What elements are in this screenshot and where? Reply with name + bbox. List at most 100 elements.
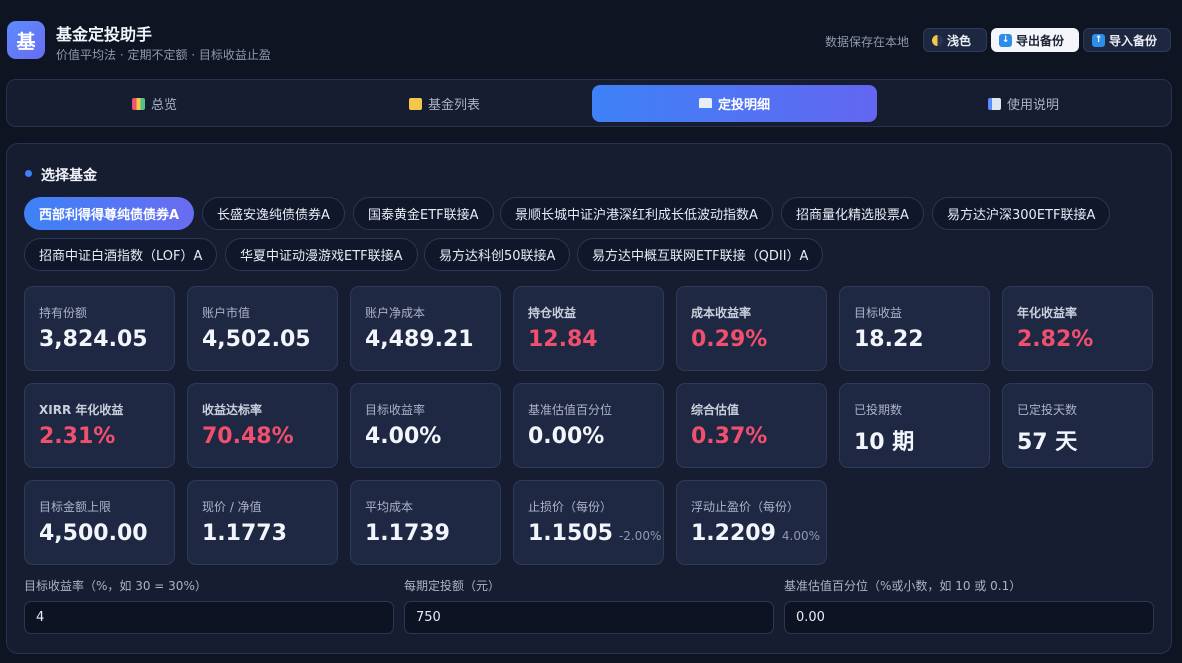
app-logo: 基	[7, 21, 45, 59]
stat-card-current-nav: 现价 / 净值 1.1773	[187, 480, 338, 565]
stat-value: 1.2209 4.00%	[691, 521, 820, 546]
stat-value-main: 1.1505	[528, 521, 613, 546]
stat-label: 已投期数	[854, 403, 903, 417]
stat-card-annual-return: 年化收益率 2.82%	[1002, 286, 1153, 371]
stat-card-target-profit: 目标收益 18.22	[839, 286, 990, 371]
stat-label: 目标收益	[854, 306, 903, 320]
stat-value: 0.37%	[691, 424, 768, 449]
export-backup-button[interactable]: ↓ 导出备份	[991, 28, 1079, 52]
stat-card-holding-profit: 持仓收益 12.84	[513, 286, 664, 371]
stat-value: 3,824.05	[39, 327, 148, 352]
stat-label: 综合估值	[691, 403, 740, 417]
fund-chip[interactable]: 国泰黄金ETF联接A	[353, 197, 494, 230]
stat-card-periods: 已投期数 10 期	[839, 383, 990, 468]
benchmark-percentile-input[interactable]	[784, 601, 1154, 634]
fund-chip[interactable]: 易方达科创50联接A	[424, 238, 571, 271]
tab-overview-label: 总览	[150, 98, 177, 113]
stat-card-benchmark-percentile: 基准估值百分位 0.00%	[513, 383, 664, 468]
stat-value: 4,500.00	[39, 521, 148, 546]
tab-investment-details[interactable]: 定投明细	[592, 85, 877, 122]
stat-card-target-cap: 目标金额上限 4,500.00	[24, 480, 175, 565]
stat-label: 账户净成本	[365, 306, 426, 320]
fund-chip[interactable]: 易方达沪深300ETF联接A	[932, 197, 1111, 230]
stat-label: 账户市值	[202, 306, 251, 320]
main-tabs: 总览 基金列表 定投明细 使用说明	[6, 79, 1172, 127]
period-amount-label: 每期定投额（元）	[404, 579, 501, 593]
stat-label: XIRR 年化收益	[39, 403, 124, 417]
stat-value: 57 天	[1017, 430, 1078, 455]
fund-chip[interactable]: 招商量化精选股票A	[781, 197, 924, 230]
target-rate-label: 目标收益率（%，如 30 = 30%）	[24, 579, 207, 593]
stat-card-market-value: 账户市值 4,502.05	[187, 286, 338, 371]
tab-overview[interactable]: 总览	[12, 85, 297, 122]
tab-user-guide[interactable]: 使用说明	[881, 85, 1166, 122]
save-note: 数据保存在本地	[825, 35, 910, 49]
stat-value: 12.84	[528, 327, 598, 352]
stat-card-days: 已定投天数 57 天	[1002, 383, 1153, 468]
stat-value: 4,489.21	[365, 327, 474, 352]
stat-label: 收益达标率	[202, 403, 263, 417]
fund-chip[interactable]: 长盛安逸纯债债券A	[202, 197, 345, 230]
stat-value-sub: -2.00%	[618, 529, 662, 543]
stat-card-trailing-take-profit: 浮动止盈价（每份） 1.2209 4.00%	[676, 480, 827, 565]
stat-label: 浮动止盈价（每份）	[691, 500, 800, 514]
download-icon: ↓	[999, 33, 1012, 47]
stat-label: 持有份额	[39, 306, 88, 320]
stat-card-xirr: XIRR 年化收益 2.31%	[24, 383, 175, 468]
stat-label: 年化收益率	[1017, 306, 1078, 320]
stat-card-cost-return: 成本收益率 0.29%	[676, 286, 827, 371]
stat-card-shares: 持有份额 3,824.05	[24, 286, 175, 371]
folder-icon	[408, 97, 422, 110]
export-backup-label: 导出备份	[1016, 33, 1065, 48]
target-rate-input[interactable]	[24, 601, 394, 634]
stat-card-achievement-rate: 收益达标率 70.48%	[187, 383, 338, 468]
stat-label: 持仓收益	[528, 306, 577, 320]
stat-value-main: 1.2209	[691, 521, 776, 546]
tab-investment-details-label: 定投明细	[717, 98, 770, 113]
stat-value: 70.48%	[202, 424, 294, 449]
section-bullet	[25, 170, 32, 177]
stat-label: 成本收益率	[691, 306, 752, 320]
fund-chip[interactable]: 华夏中证动漫游戏ETF联接A	[225, 238, 418, 271]
stat-value: 10 期	[854, 430, 915, 455]
stat-card-stop-loss: 止损价（每份） 1.1505 -2.00%	[513, 480, 664, 565]
stat-value: 4,502.05	[202, 327, 311, 352]
tab-fund-list[interactable]: 基金列表	[302, 85, 587, 122]
stat-value: 2.82%	[1017, 327, 1094, 352]
book-icon	[987, 97, 1001, 110]
stat-label: 目标收益率	[365, 403, 426, 417]
app-subtitle: 价值平均法 · 定期不定额 · 目标收益止盈	[56, 48, 271, 62]
stat-value-sub: 4.00%	[781, 529, 821, 543]
stat-label: 平均成本	[365, 500, 414, 514]
section-title: 选择基金	[41, 168, 97, 184]
stat-value: 1.1505 -2.00%	[528, 521, 661, 546]
stat-label: 现价 / 净值	[202, 500, 262, 514]
fund-chip[interactable]: 易方达中概互联网ETF联接（QDII）A	[577, 238, 824, 271]
stat-value: 1.1773	[202, 521, 287, 546]
period-amount-input[interactable]	[404, 601, 774, 634]
app-title: 基金定投助手	[56, 25, 153, 44]
theme-toggle-label: 浅色	[947, 33, 972, 48]
stat-label: 目标金额上限	[39, 500, 112, 514]
app-header: 基 基金定投助手 价值平均法 · 定期不定额 · 目标收益止盈 数据保存在本地 …	[0, 0, 1182, 78]
half-moon-icon	[932, 34, 943, 46]
fund-chip[interactable]: 西部利得得尊纯债债券A	[24, 197, 195, 230]
upload-icon: ↑	[1092, 33, 1105, 47]
fund-chip[interactable]: 招商中证白酒指数（LOF）A	[24, 238, 218, 271]
trend-icon	[698, 97, 712, 110]
stat-value: 2.31%	[39, 424, 116, 449]
stat-value: 4.00%	[365, 424, 442, 449]
stat-label: 基准估值百分位	[528, 403, 613, 417]
stat-card-target-rate: 目标收益率 4.00%	[350, 383, 501, 468]
stat-value: 18.22	[854, 327, 924, 352]
stat-card-net-cost: 账户净成本 4,489.21	[350, 286, 501, 371]
benchmark-percentile-label: 基准估值百分位（%或小数，如 10 或 0.1）	[784, 579, 1022, 593]
stat-card-average-cost: 平均成本 1.1739	[350, 480, 501, 565]
import-backup-button[interactable]: ↑ 导入备份	[1083, 28, 1171, 52]
stat-card-composite-valuation: 综合估值 0.37%	[676, 383, 827, 468]
theme-toggle-button[interactable]: 浅色	[923, 28, 987, 52]
stat-label: 止损价（每份）	[528, 500, 613, 514]
stat-value: 0.29%	[691, 327, 768, 352]
stat-label: 已定投天数	[1017, 403, 1078, 417]
fund-chip[interactable]: 景顺长城中证沪港深红利成长低波动指数A	[500, 197, 773, 230]
